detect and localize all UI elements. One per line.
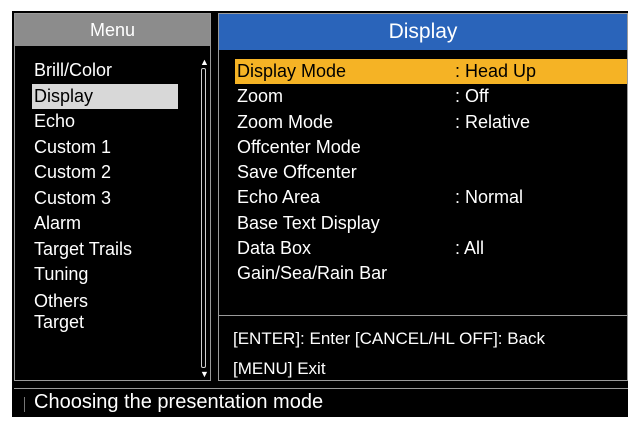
menu-item-target-trails[interactable]: Target Trails [32, 237, 178, 263]
menu-item-tuning[interactable]: Tuning [32, 262, 178, 288]
help-divider [219, 315, 627, 316]
menu-list: Brill/Color Display Echo Custom 1 Custom… [32, 58, 178, 333]
setting-offcenter-mode[interactable]: Offcenter Mode [235, 135, 635, 160]
setting-name: Base Text Display [237, 212, 380, 233]
menu-scrollbar[interactable]: ▲ ▼ [200, 58, 209, 380]
menu-panel: Menu Brill/Color Display Echo Custom 1 C… [14, 13, 211, 381]
menu-item-display[interactable]: Display [32, 83, 178, 109]
setting-name: Save Offcenter [237, 162, 357, 183]
scroll-down-arrow-icon[interactable]: ▼ [200, 370, 209, 379]
status-bar: Choosing the presentation mode [14, 388, 628, 415]
status-message: Choosing the presentation mode [34, 391, 324, 413]
display-header: Display [219, 14, 627, 50]
setting-value: : All [455, 238, 485, 259]
key-help-text: [ENTER]: Enter [CANCEL/HL OFF]: Back [ME… [233, 324, 545, 384]
setting-name: Zoom [237, 86, 284, 107]
menu-item-others[interactable]: Others [32, 291, 178, 311]
setting-data-box[interactable]: Data Box : All [235, 236, 635, 261]
setting-echo-area[interactable]: Echo Area : Normal [235, 185, 635, 210]
scroll-track[interactable] [201, 68, 206, 368]
setting-value: : Off [455, 86, 489, 107]
setting-value: : Relative [455, 111, 531, 132]
scroll-up-arrow-icon[interactable]: ▲ [200, 58, 209, 67]
menu-item-custom-3[interactable]: Custom 3 [32, 186, 178, 212]
setting-name: Offcenter Mode [237, 136, 361, 157]
setting-name: Echo Area [237, 187, 321, 208]
status-tick [24, 397, 25, 412]
setting-zoom[interactable]: Zoom : Off [235, 84, 635, 109]
menu-item-brill-color[interactable]: Brill/Color [32, 58, 178, 84]
setting-name: Data Box [237, 238, 312, 259]
setting-value: : Head Up [455, 61, 537, 81]
display-setting-list: Display Mode : Head Up Zoom : Off Zoom M… [235, 59, 635, 287]
display-panel: Display Display Mode : Head Up Zoom : Of… [218, 13, 628, 381]
setting-display-mode[interactable]: Display Mode : Head Up [235, 59, 627, 85]
menu-item-echo[interactable]: Echo [32, 109, 178, 135]
key-help-line-2: [MENU] Exit [233, 359, 326, 378]
setting-name: Gain/Sea/Rain Bar [237, 263, 388, 284]
setting-save-offcenter[interactable]: Save Offcenter [235, 160, 635, 185]
menu-header: Menu [15, 14, 210, 46]
setting-name: Zoom Mode [237, 111, 334, 132]
setting-value: : Normal [455, 187, 524, 208]
menu-item-custom-2[interactable]: Custom 2 [32, 160, 178, 186]
menu-item-custom-1[interactable]: Custom 1 [32, 135, 178, 161]
setting-base-text-display[interactable]: Base Text Display [235, 211, 635, 236]
key-help-line-1: [ENTER]: Enter [CANCEL/HL OFF]: Back [233, 329, 546, 348]
menu-item-target[interactable]: Target [32, 311, 178, 333]
setting-gain-sea-rain-bar[interactable]: Gain/Sea/Rain Bar [235, 261, 635, 286]
setting-zoom-mode[interactable]: Zoom Mode : Relative [235, 110, 635, 135]
setting-name: Display Mode [237, 61, 347, 81]
menu-item-alarm[interactable]: Alarm [32, 211, 178, 237]
